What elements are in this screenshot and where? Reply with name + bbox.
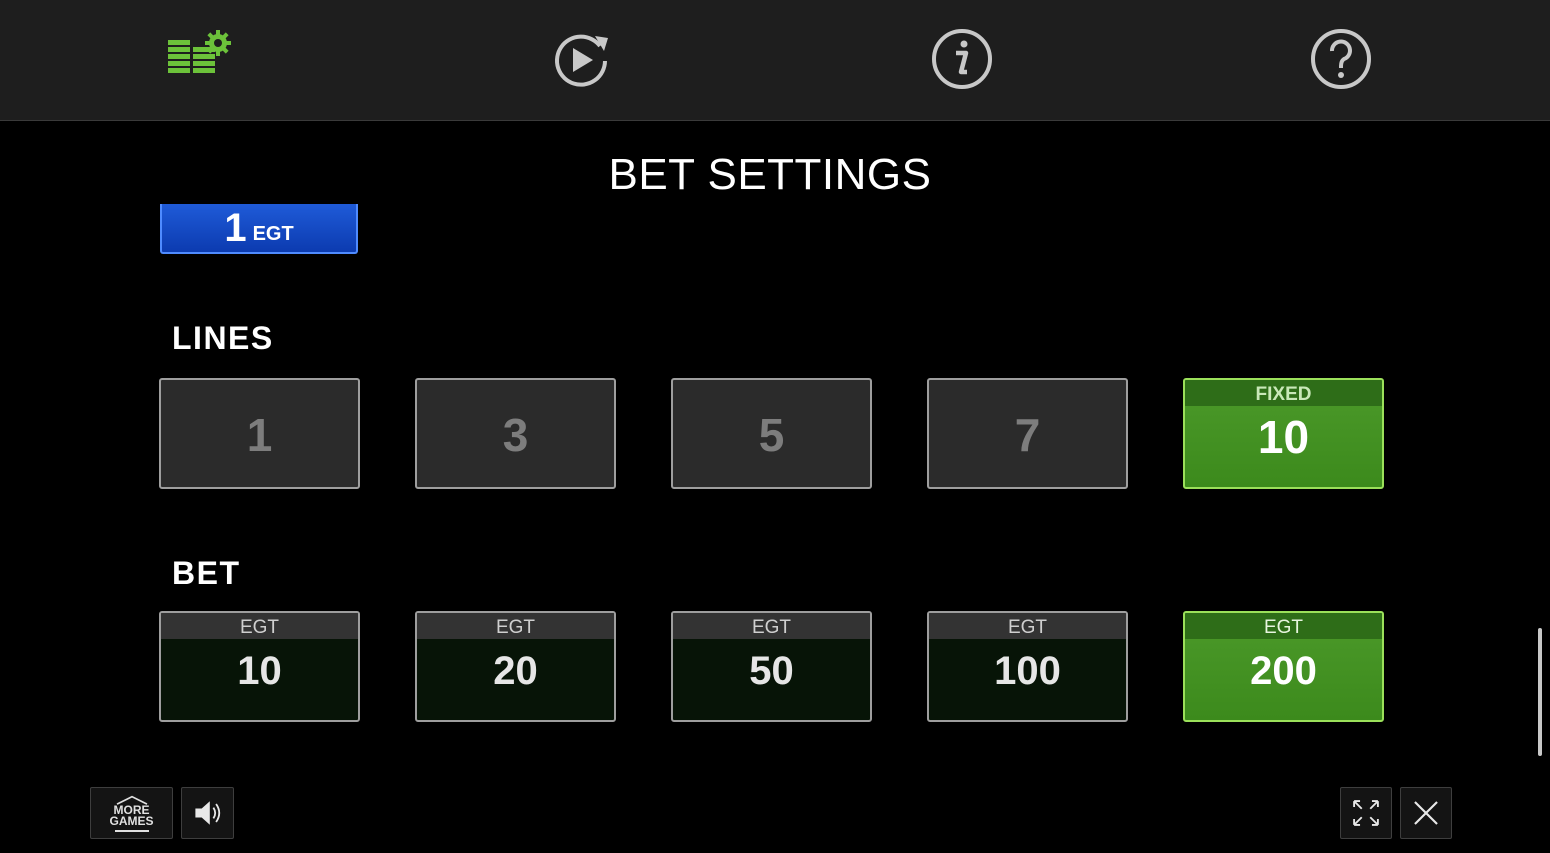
close-button[interactable]	[1400, 787, 1452, 839]
bet-option-100[interactable]: EGT 100	[927, 611, 1128, 722]
bet-option-value: 50	[749, 649, 794, 693]
bet-option-20[interactable]: EGT 20	[415, 611, 616, 722]
bet-option-value: 20	[493, 649, 538, 693]
lines-option-value: 5	[758, 409, 785, 461]
sound-toggle-button[interactable]	[181, 787, 234, 839]
scrollbar-thumb[interactable]	[1538, 628, 1542, 756]
bet-option-value: 200	[1250, 649, 1317, 693]
denomination-selector[interactable]: 1 EGT	[160, 204, 358, 254]
bet-settings-tab[interactable]	[166, 26, 232, 92]
help-tab[interactable]	[1308, 26, 1374, 92]
help-icon	[1311, 29, 1371, 89]
more-games-underline	[114, 829, 149, 832]
bet-settings-icon	[168, 30, 231, 73]
lines-option-value: 1	[246, 409, 273, 461]
more-games-button[interactable]: MORE GAMES	[90, 787, 173, 839]
bet-label: BET	[172, 555, 241, 591]
bet-option-50[interactable]: EGT 50	[671, 611, 872, 722]
autoplay-tab[interactable]	[548, 26, 614, 92]
bet-currency-label: EGT	[161, 613, 358, 639]
page-title: BET SETTINGS	[608, 150, 932, 199]
lines-label: LINES	[172, 320, 274, 356]
top-navigation-bar	[0, 0, 1550, 121]
fullscreen-icon	[1353, 800, 1379, 826]
more-games-line2: GAMES	[109, 813, 154, 828]
close-icon	[1414, 801, 1438, 825]
lines-option-5[interactable]: 5	[671, 378, 872, 489]
bet-option-value: 100	[994, 649, 1061, 693]
info-icon	[932, 29, 992, 89]
lines-option-3[interactable]: 3	[415, 378, 616, 489]
bet-option-10[interactable]: EGT 10	[159, 611, 360, 722]
bet-currency-label: EGT	[1185, 613, 1382, 639]
lines-option-10-selected[interactable]: FIXED 10	[1183, 378, 1384, 489]
denomination-value: 1	[224, 205, 247, 250]
lines-option-value: 10	[1257, 411, 1310, 463]
autoplay-icon	[555, 34, 608, 87]
fixed-label: FIXED	[1185, 380, 1382, 406]
fullscreen-button[interactable]	[1340, 787, 1392, 839]
bet-currency-label: EGT	[929, 613, 1126, 639]
bet-option-value: 10	[237, 649, 282, 693]
bet-option-200-selected[interactable]: EGT 200	[1183, 611, 1384, 722]
lines-option-value: 3	[502, 409, 529, 461]
lines-option-7[interactable]: 7	[927, 378, 1128, 489]
denomination-currency: EGT	[252, 222, 294, 245]
info-tab[interactable]	[929, 26, 995, 92]
bet-currency-label: EGT	[673, 613, 870, 639]
lines-option-1[interactable]: 1	[159, 378, 360, 489]
bet-currency-label: EGT	[417, 613, 614, 639]
speaker-icon	[194, 801, 220, 825]
lines-option-value: 7	[1014, 409, 1041, 461]
